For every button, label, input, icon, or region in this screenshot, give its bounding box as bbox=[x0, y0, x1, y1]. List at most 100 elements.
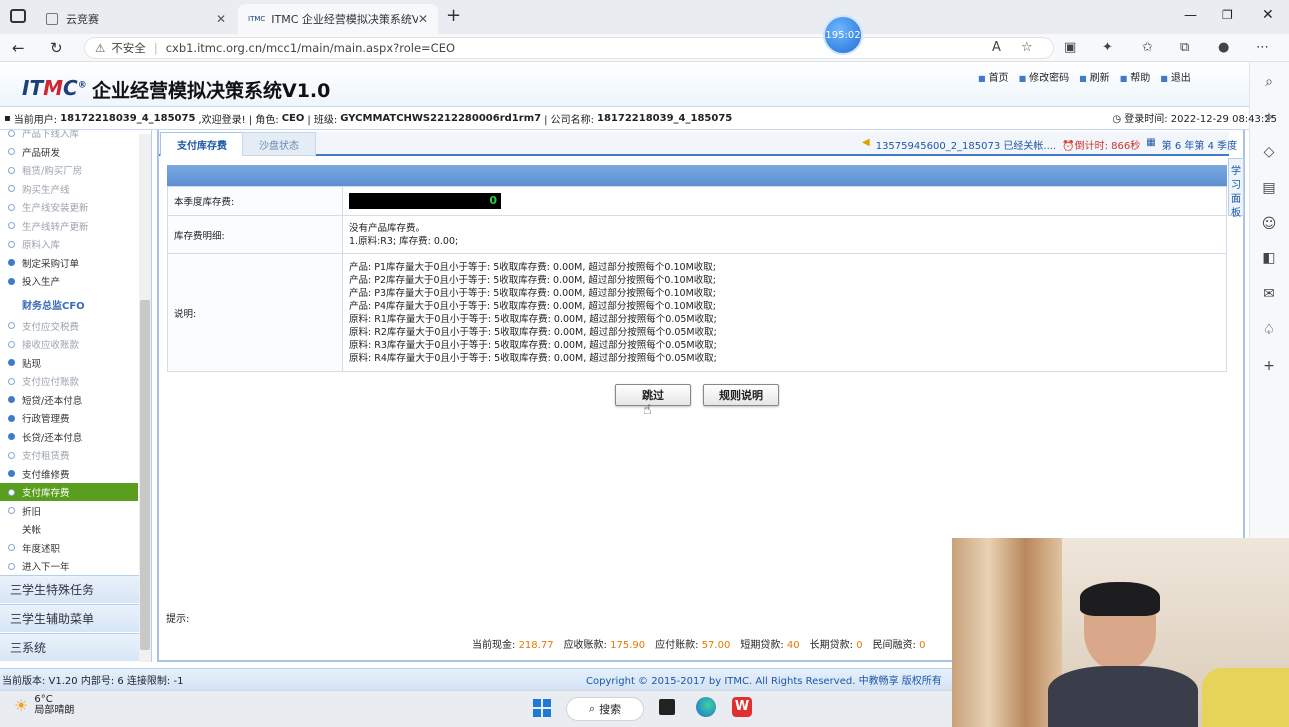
menu-item-label: 产品研发 bbox=[22, 147, 61, 159]
taskbar-search[interactable]: ⌕ 搜索 bbox=[566, 697, 644, 721]
bullet-icon bbox=[8, 222, 15, 229]
start-icon[interactable] bbox=[533, 699, 551, 717]
games-icon[interactable]: ▣ bbox=[1064, 40, 1076, 55]
menu-item[interactable]: 生产线转产更新 bbox=[0, 217, 138, 235]
refresh-icon[interactable]: ↻ bbox=[50, 39, 63, 57]
menu-item[interactable]: 支付维修费 bbox=[0, 465, 138, 483]
task-view-icon[interactable] bbox=[659, 699, 675, 715]
menu-item[interactable]: 接收应收账款 bbox=[0, 335, 138, 353]
menu-item[interactable]: 租赁/购买厂房 bbox=[0, 161, 138, 179]
menu-section[interactable]: 三系统 bbox=[0, 633, 151, 661]
cash-value: 218.77 bbox=[518, 640, 554, 651]
search-icon[interactable]: ⌕ bbox=[1260, 74, 1278, 90]
outlook-icon[interactable]: ✉ bbox=[1260, 286, 1278, 302]
tag-icon[interactable]: ◇ bbox=[1260, 144, 1278, 160]
wps-icon[interactable]: W bbox=[732, 697, 752, 717]
weather-widget[interactable]: ☀ 6°C 局部晴朗 bbox=[14, 694, 74, 716]
favorites-list-icon[interactable]: ✩ bbox=[1142, 40, 1153, 55]
menu-item[interactable]: 短贷/还本付息 bbox=[0, 391, 138, 409]
minimize-icon[interactable]: — bbox=[1184, 8, 1197, 23]
menu-item[interactable]: 贴现 bbox=[0, 354, 138, 372]
weather-desc: 局部晴朗 bbox=[34, 705, 75, 716]
change-password-link[interactable]: 修改密码 bbox=[1019, 69, 1069, 84]
read-aloud-icon[interactable]: A bbox=[992, 40, 1001, 55]
help-link[interactable]: 帮助 bbox=[1120, 69, 1150, 84]
tab-actions-icon[interactable] bbox=[10, 9, 26, 23]
menu-item[interactable]: 关帐 bbox=[0, 520, 138, 538]
menu-item[interactable]: 支付应交税费 bbox=[0, 317, 138, 335]
detail-line: 没有产品库存费。 bbox=[349, 222, 426, 234]
cfo-section-head[interactable]: 财务总监CFO bbox=[0, 295, 138, 315]
menu-item-label: 关帐 bbox=[22, 525, 42, 536]
favorite-icon[interactable]: ☆ bbox=[1021, 40, 1033, 55]
class-value: GYCMMATCHWS2212280006rd1rm7 bbox=[340, 112, 542, 124]
menu-item[interactable]: 支付租赁费 bbox=[0, 446, 138, 464]
menu-item[interactable]: 进入下一年 bbox=[0, 557, 138, 575]
menu-item[interactable]: 购买生产线 bbox=[0, 180, 138, 198]
menu-item[interactable]: 长贷/还本付息 bbox=[0, 428, 138, 446]
bullet-icon bbox=[8, 166, 15, 174]
menu-item-label: 租赁/购买厂房 bbox=[22, 166, 83, 177]
table-header-bar bbox=[167, 165, 1227, 186]
menu-item[interactable]: 行政管理费 bbox=[0, 409, 138, 427]
menu-item-label: 年度述职 bbox=[22, 543, 61, 555]
close-tab-icon[interactable]: ✕ bbox=[216, 12, 226, 26]
extensions-icon[interactable]: ✦ bbox=[1102, 40, 1113, 55]
menu-item[interactable]: 支付库存费 bbox=[0, 483, 138, 501]
menu-scrollbar-thumb[interactable] bbox=[140, 300, 150, 650]
note-line: 原料: R4库存量大于0且小于等于: 5收取库存费: 0.00M, 超过部分按照… bbox=[349, 352, 717, 364]
menu-item[interactable]: 折旧 bbox=[0, 502, 138, 520]
profile-avatar-icon[interactable]: ● bbox=[1218, 40, 1229, 55]
add-icon[interactable]: + bbox=[1260, 358, 1278, 374]
version-info: 当前版本: V1.20 内部号: 6 连接限制: -1 bbox=[2, 676, 184, 687]
close-tab-icon[interactable]: ✕ bbox=[418, 12, 428, 26]
people-icon[interactable]: ☺ bbox=[1260, 216, 1278, 232]
temperature: 6°C bbox=[34, 694, 53, 705]
notification-icon[interactable]: ♤ bbox=[1260, 322, 1278, 338]
back-icon[interactable]: ← bbox=[12, 39, 25, 57]
menu-item[interactable]: 支付应付账款 bbox=[0, 372, 138, 390]
menu-item[interactable]: 年度述职 bbox=[0, 539, 138, 557]
menu-item[interactable]: 产品下线入库 bbox=[0, 130, 138, 142]
collections-icon[interactable]: ⧉ bbox=[1180, 40, 1189, 55]
table-row: 库存费明细: 没有产品库存费。 1.原料:R3; 库存费: 0.00; bbox=[167, 215, 1227, 254]
menu-item[interactable]: 投入生产 bbox=[0, 272, 138, 290]
tab-cloud-contest[interactable]: 云竞赛 ✕ bbox=[36, 4, 236, 34]
short-loan-value: 40 bbox=[786, 640, 800, 651]
long-loan-item: 长期贷款: 0 bbox=[810, 636, 863, 651]
finance-summary: 当前现金: 218.77 应收账款: 175.90 应付账款: 57.00 短期… bbox=[472, 636, 926, 651]
new-tab-button[interactable]: + bbox=[446, 5, 461, 26]
menu-section[interactable]: 三学生辅助菜单 bbox=[0, 604, 151, 632]
menu-item[interactable]: 产品研发 bbox=[0, 143, 138, 161]
url-field[interactable]: ⚠ 不安全 | cxb1.itmc.org.cn/mcc1/main/main.… bbox=[84, 37, 1054, 59]
close-window-icon[interactable]: ✕ bbox=[1262, 7, 1274, 23]
copyright: Copyright © 2015-2017 by ITMC. All Right… bbox=[586, 676, 942, 687]
menu-item[interactable]: 生产线安装更新 bbox=[0, 198, 138, 216]
bullet-icon bbox=[8, 322, 15, 329]
office-icon[interactable]: ◧ bbox=[1260, 250, 1278, 266]
home-link[interactable]: 首页 bbox=[978, 69, 1009, 84]
rules-button[interactable]: 规则说明 bbox=[703, 384, 779, 406]
logout-link[interactable]: 退出 bbox=[1160, 69, 1191, 84]
note-line: 原料: R3库存量大于0且小于等于: 5收取库存费: 0.00M, 超过部分按照… bbox=[349, 339, 717, 351]
learning-panel-tab[interactable]: 学习面板 bbox=[1228, 158, 1244, 219]
menu-item-label: 贴现 bbox=[22, 358, 42, 370]
more-menu-icon[interactable]: ⋯ bbox=[1256, 40, 1269, 55]
bullet-icon bbox=[8, 507, 15, 514]
skip-button[interactable]: 跳过 bbox=[615, 384, 691, 406]
toolbox-icon[interactable]: ▤ bbox=[1260, 180, 1278, 196]
period-text: 第 6 年第 4 季度 bbox=[1161, 141, 1238, 152]
menu-item[interactable]: 原料入库 bbox=[0, 235, 138, 253]
tab-sandtable-status[interactable]: 沙盘状态 bbox=[242, 132, 316, 156]
welcome-text: ,欢迎登录! | 角色: bbox=[198, 114, 279, 126]
edge-browser-icon[interactable] bbox=[696, 697, 716, 717]
refresh-link[interactable]: 刷新 bbox=[1079, 69, 1110, 84]
menu-item-label: 支付租赁费 bbox=[22, 451, 70, 462]
restore-icon[interactable]: ❐ bbox=[1222, 8, 1233, 22]
menu-section[interactable]: 三学生特殊任务 bbox=[0, 575, 151, 603]
tab-pay-inventory-fee[interactable]: 支付库存费 bbox=[160, 132, 244, 156]
tab-itmc[interactable]: ITMC ITMC 企业经营模拟决策系统V1.0 ✕ bbox=[238, 4, 438, 34]
ap-item: 应付账款: 57.00 bbox=[655, 636, 730, 651]
bullet-icon bbox=[8, 240, 15, 248]
menu-item[interactable]: 制定采购订单 bbox=[0, 254, 138, 272]
